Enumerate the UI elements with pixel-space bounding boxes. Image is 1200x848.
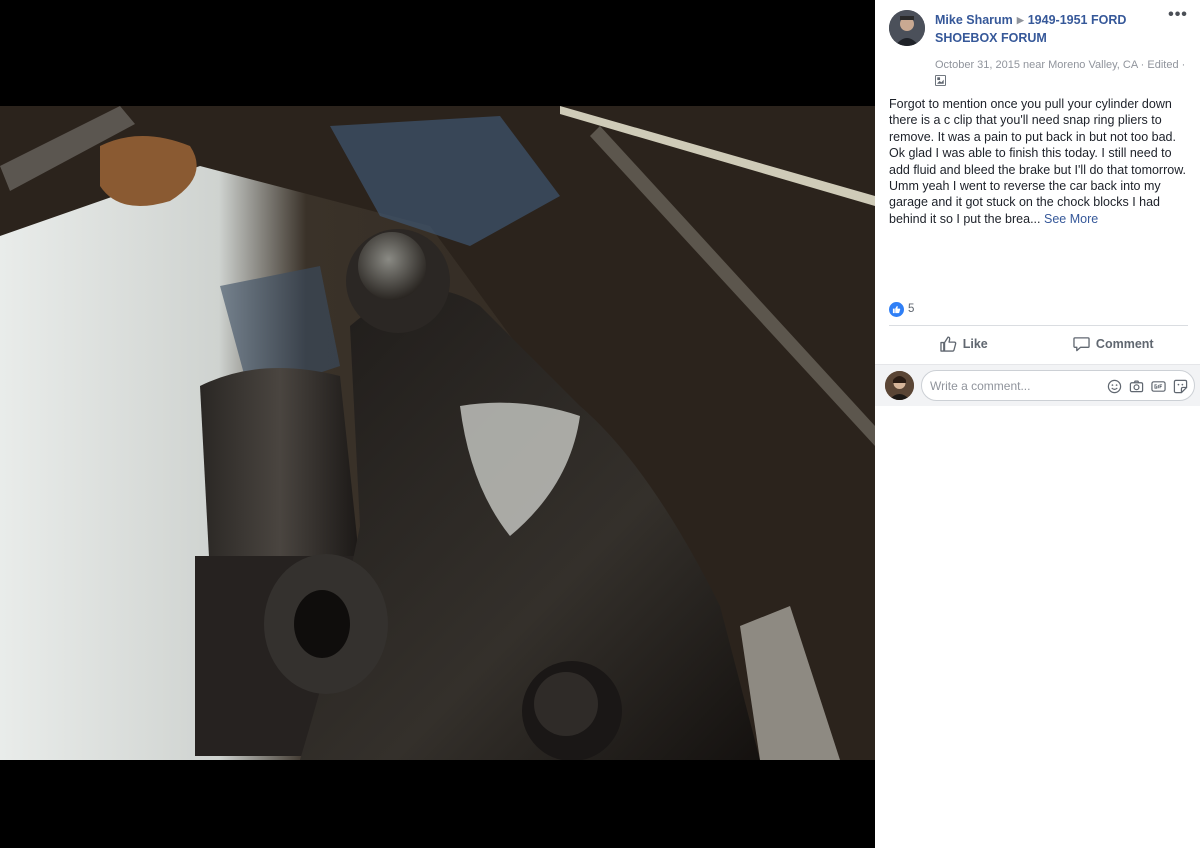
comment-bubble-icon <box>1073 337 1090 352</box>
post-meta-text[interactable]: October 31, 2015 near Moreno Valley, CA … <box>935 59 1185 71</box>
comment-composer <box>875 364 1200 406</box>
author-avatar[interactable] <box>889 10 925 46</box>
comment-box <box>921 370 1195 401</box>
reactions-summary[interactable]: 5 <box>889 300 914 318</box>
like-thumb-icon <box>940 336 957 352</box>
like-label: Like <box>962 337 988 351</box>
author-line: Mike Sharum ▶ 1949-1951 FORD SHOEBOX FORUM <box>935 12 1140 47</box>
reaction-count: 5 <box>908 303 915 315</box>
post-side-panel: Mike Sharum ▶ 1949-1951 FORD SHOEBOX FORUM… <box>875 0 1200 848</box>
comment-label: Comment <box>1095 337 1154 351</box>
post-body: Forgot to mention once you pull your cyl… <box>889 96 1188 227</box>
author-name[interactable]: Mike Sharum <box>935 13 1013 27</box>
comment-input[interactable] <box>930 378 1100 394</box>
brake-photo-image <box>0 106 875 760</box>
like-button[interactable]: Like <box>889 332 1039 356</box>
post-text: Forgot to mention once you pull your cyl… <box>889 97 1187 226</box>
camera-icon[interactable] <box>1128 378 1144 394</box>
photo-viewer <box>0 0 875 848</box>
user-avatar[interactable] <box>885 371 914 400</box>
post-meta: October 31, 2015 near Moreno Valley, CA … <box>935 58 1195 91</box>
like-reaction-icon <box>889 301 904 317</box>
post-actions: Like Comment <box>889 332 1188 356</box>
arrow-right-icon: ▶ <box>1016 15 1024 25</box>
post-photo[interactable] <box>0 106 875 760</box>
post-header: Mike Sharum ▶ 1949-1951 FORD SHOEBOX FORUM… <box>889 7 1189 86</box>
emoji-icon[interactable] <box>1106 378 1122 394</box>
see-more-link[interactable]: See More <box>1044 212 1098 226</box>
more-options-icon[interactable]: ••• <box>1167 7 1189 26</box>
comment-button[interactable]: Comment <box>1039 332 1189 356</box>
gif-icon[interactable] <box>1150 378 1166 394</box>
divider <box>889 325 1188 326</box>
sticker-icon[interactable] <box>1172 378 1188 394</box>
composer-tools <box>1106 378 1188 394</box>
globe-icon[interactable] <box>935 75 946 86</box>
